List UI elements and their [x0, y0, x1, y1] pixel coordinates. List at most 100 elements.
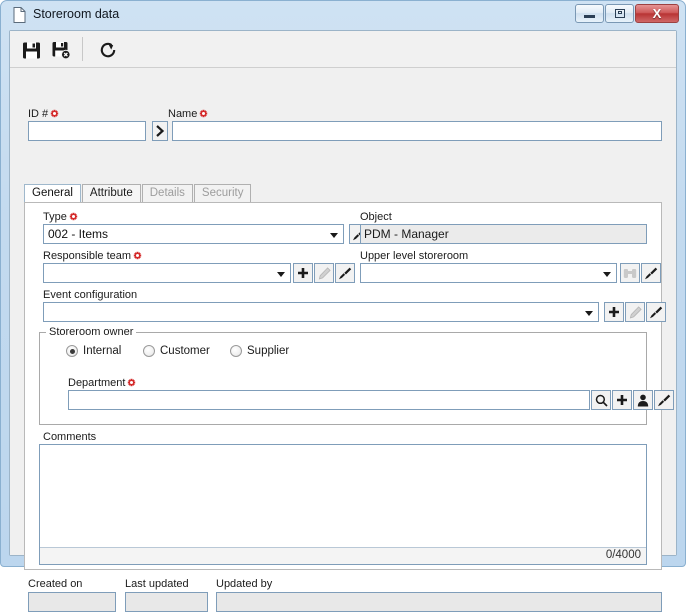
responsible-team-select[interactable] [43, 263, 291, 283]
owner-option-customer[interactable]: Customer [143, 345, 210, 357]
department-user-button[interactable] [633, 390, 653, 410]
department-input[interactable] [68, 390, 590, 410]
created-on-label: Created on [28, 578, 83, 590]
owner-option-supplier-label: Supplier [247, 345, 290, 357]
id-input[interactable] [28, 121, 146, 141]
save-and-close-button[interactable] [48, 37, 74, 63]
department-brush-button[interactable] [654, 390, 674, 410]
window-title: Storeroom data [33, 7, 120, 21]
upper-level-storeroom-search-button [620, 263, 640, 283]
title-bar: Storeroom data X [1, 1, 685, 30]
name-label: Name [168, 108, 208, 120]
responsible-team-label: Responsible team [43, 250, 142, 262]
close-icon: X [652, 6, 662, 21]
type-select[interactable]: 002 - Items [43, 224, 344, 244]
event-configuration-edit-button [625, 302, 645, 322]
event-configuration-label: Event configuration [43, 289, 138, 301]
chevron-down-icon [603, 272, 611, 277]
required-marker-icon [127, 378, 136, 387]
toolbar-separator [82, 37, 83, 61]
owner-option-internal[interactable]: Internal [66, 345, 121, 357]
general-tab-panel: Type 002 - Items Object Respon [24, 202, 674, 570]
upper-level-storeroom-select[interactable] [360, 263, 617, 283]
person-icon [637, 394, 649, 406]
owner-option-internal-label: Internal [83, 345, 122, 357]
required-marker-icon [69, 212, 78, 221]
pencil-icon [629, 305, 642, 318]
tab-details: Details [141, 184, 193, 203]
radio-dot-icon [66, 345, 78, 357]
brush-icon [645, 267, 658, 280]
close-button[interactable]: X [635, 4, 679, 23]
tab-attribute[interactable]: Attribute [81, 184, 141, 203]
updated-by-input [216, 592, 662, 612]
binoculars-icon [623, 268, 637, 278]
floppy-disk-close-icon [52, 41, 71, 59]
window-client-area: ID # Name General Attribute Details Secu… [9, 30, 677, 612]
type-value: 002 - Items [48, 227, 109, 241]
upper-level-storeroom-brush-button[interactable] [641, 263, 661, 283]
last-updated-label: Last updated [125, 578, 189, 590]
chevron-down-icon [330, 233, 338, 238]
department-search-button[interactable] [591, 390, 611, 410]
storeroom-data-window: Storeroom data X ID # Name General Attri… [0, 0, 686, 612]
owner-option-customer-label: Customer [160, 345, 210, 357]
last-updated-input [125, 592, 208, 612]
plus-icon [298, 268, 308, 278]
brush-icon [658, 394, 671, 407]
storeroom-owner-radio-group: Internal Customer Supplier [40, 333, 646, 363]
radio-dot-icon [230, 345, 242, 357]
name-input[interactable] [172, 121, 662, 141]
comments-label: Comments [43, 431, 97, 443]
tab-general[interactable]: General [24, 184, 81, 204]
floppy-disk-icon [22, 42, 40, 58]
object-label: Object [360, 211, 392, 223]
upper-level-storeroom-label: Upper level storeroom [360, 250, 469, 262]
refresh-icon [100, 42, 116, 58]
form-body: ID # Name General Attribute Details Secu… [10, 68, 676, 612]
document-icon [13, 7, 26, 23]
owner-option-supplier[interactable]: Supplier [230, 345, 289, 357]
responsible-team-add-button[interactable] [293, 263, 313, 283]
required-marker-icon [50, 109, 59, 118]
plus-icon [609, 307, 619, 317]
comments-box: 0/4000 [39, 444, 647, 565]
refresh-button[interactable] [95, 37, 121, 63]
updated-by-label: Updated by [216, 578, 273, 590]
object-input [360, 224, 647, 244]
maximize-button[interactable] [605, 4, 634, 23]
minimize-button[interactable] [575, 4, 604, 23]
magnifier-icon [595, 394, 608, 407]
window-controls: X [575, 4, 679, 23]
save-button[interactable] [18, 37, 44, 63]
minimize-icon [584, 15, 595, 18]
department-label: Department [68, 377, 136, 389]
expand-name-button[interactable] [152, 121, 168, 141]
responsible-team-edit-button [314, 263, 334, 283]
event-configuration-add-button[interactable] [604, 302, 624, 322]
tab-strip: General Attribute Details Security [24, 184, 252, 204]
plus-icon [617, 395, 627, 405]
storeroom-owner-fieldset: Storeroom owner Internal Customer Suppli… [39, 326, 674, 425]
type-label: Type [43, 211, 78, 223]
radio-dot-icon [143, 345, 155, 357]
department-add-button[interactable] [612, 390, 632, 410]
tab-security: Security [193, 184, 252, 203]
pencil-icon [318, 266, 331, 279]
required-marker-icon [199, 109, 208, 118]
responsible-team-brush-button[interactable] [335, 263, 355, 283]
brush-icon [650, 306, 663, 319]
chevron-down-icon [585, 311, 593, 316]
chevron-down-icon [277, 272, 285, 277]
comments-textarea[interactable] [40, 445, 646, 547]
record-metadata-footer: Created on Last updated Updated by [24, 578, 662, 614]
event-configuration-select[interactable] [43, 302, 599, 322]
id-label: ID # [28, 108, 59, 120]
comments-character-counter: 0/4000 [40, 547, 646, 564]
maximize-icon [614, 9, 625, 18]
required-marker-icon [133, 251, 142, 260]
chevron-right-icon [156, 125, 165, 137]
created-on-input [28, 592, 116, 612]
event-configuration-brush-button[interactable] [646, 302, 666, 322]
toolbar [10, 31, 676, 68]
